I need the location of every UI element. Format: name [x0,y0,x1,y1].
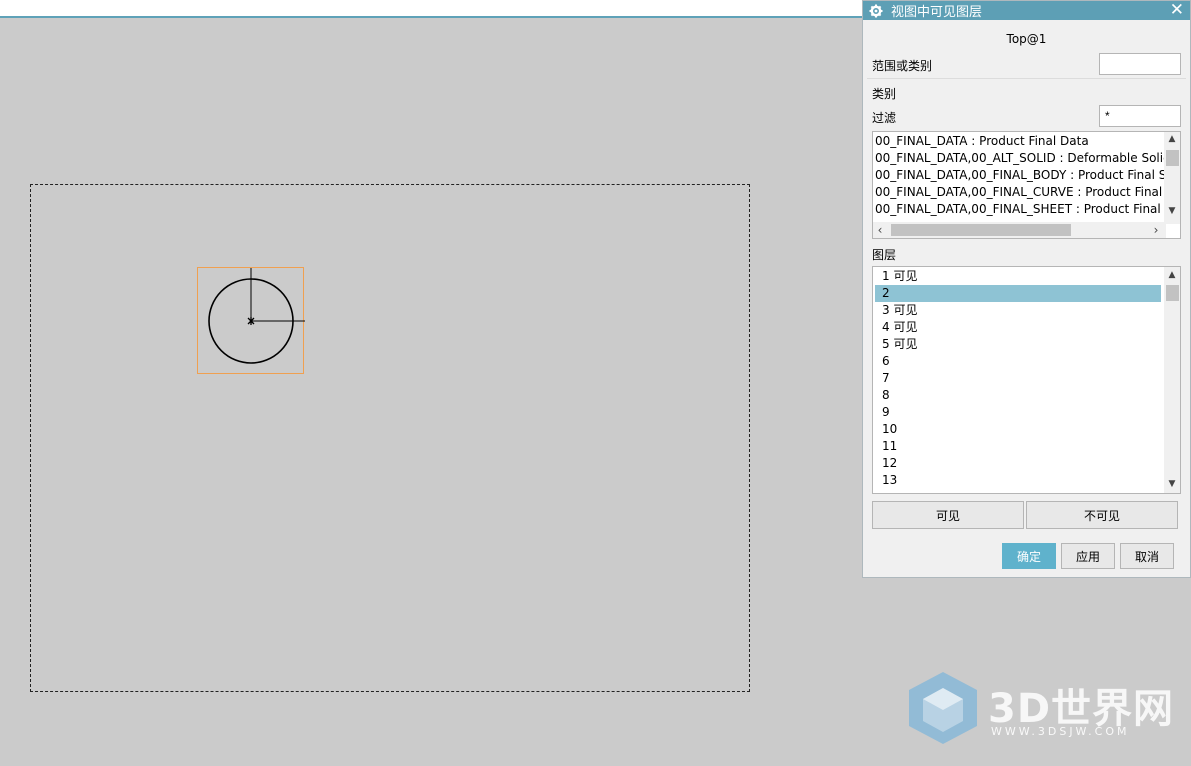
category-item[interactable]: 00_FINAL_DATA,00_FINAL_CURVE : Product F… [875,184,1174,201]
view-boundary-top[interactable] [197,267,305,374]
category-horizontal-scrollbar[interactable]: ‹ › [873,222,1166,238]
view-name-label: Top@1 [1006,32,1047,46]
layers-section-label: 图层 [872,248,897,262]
category-vertical-scrollbar[interactable]: ▲ ▼ [1164,132,1180,224]
divider [867,78,1186,79]
watermark-url: WWW.3DSJW.COM [991,725,1130,738]
scroll-right-icon[interactable]: › [1149,222,1163,238]
circle-geometry [208,268,305,364]
scroll-down-icon[interactable]: ▼ [1164,204,1180,218]
cube-logo-icon [909,672,977,744]
scope-input[interactable] [1099,53,1181,75]
layer-item-selected[interactable]: 2 [875,285,1161,302]
ok-button[interactable]: 确定 [1002,543,1056,569]
category-item[interactable]: 00_FINAL_DATA,00_ALT_SOLID : Deformable … [875,150,1171,167]
cancel-button[interactable]: 取消 [1120,543,1174,569]
filter-input[interactable] [1099,105,1181,127]
layer-item[interactable]: 12 [875,455,1161,472]
category-item[interactable]: 00_FINAL_DATA,00_FINAL_BODY : Product Fi… [875,167,1173,184]
scroll-down-icon[interactable]: ▼ [1164,477,1180,491]
category-item[interactable]: 00_FINAL_DATA : Product Final Data [875,133,1089,150]
scrollbar-thumb[interactable] [1166,285,1179,301]
apply-button[interactable]: 应用 [1061,543,1115,569]
filter-label: 过滤 [872,111,897,125]
layer-item[interactable]: 4 可见 [875,319,1161,336]
visible-layers-dialog: 视图中可见图层 ✕ Top@1 范围或类别 类别 过滤 00_FINAL_DAT… [862,0,1191,578]
layer-item[interactable]: 11 [875,438,1161,455]
layer-item[interactable]: 5 可见 [875,336,1161,353]
scroll-left-icon[interactable]: ‹ [873,222,887,238]
scroll-up-icon[interactable]: ▲ [1164,132,1180,146]
layer-item[interactable]: 13 [875,472,1161,489]
layer-item[interactable]: 3 可见 [875,302,1161,319]
close-icon[interactable]: ✕ [1170,2,1184,19]
gear-icon[interactable] [869,4,883,18]
category-section-label: 类别 [872,87,897,101]
dialog-titlebar: 视图中可见图层 ✕ [863,1,1190,20]
scrollbar-thumb[interactable] [1166,150,1179,166]
scrollbar-thumb[interactable] [891,224,1071,236]
layer-item[interactable]: 7 [875,370,1161,387]
category-list[interactable]: 00_FINAL_DATA : Product Final Data 00_FI… [872,131,1181,239]
layer-item[interactable]: 10 [875,421,1161,438]
dialog-title: 视图中可见图层 [891,5,983,20]
layer-item[interactable]: 8 [875,387,1161,404]
layer-item[interactable]: 9 [875,404,1161,421]
category-item[interactable]: 00_FINAL_DATA,00_FINAL_SHEET : Product F… [875,201,1176,218]
layer-item[interactable]: 1 可见 [875,268,1161,285]
drawing-sheet-border [30,184,750,692]
watermark: 3D世界网 WWW.3DSJW.COM [905,670,1175,750]
set-visible-button[interactable]: 可见 [872,501,1024,529]
layer-item[interactable]: 6 [875,353,1161,370]
set-invisible-button[interactable]: 不可见 [1026,501,1178,529]
scroll-up-icon[interactable]: ▲ [1164,268,1180,282]
scope-label: 范围或类别 [872,59,933,73]
layer-vertical-scrollbar[interactable]: ▲ ▼ [1164,267,1180,493]
graphics-window-header [0,0,862,18]
layer-list[interactable]: 1 可见 2 3 可见 4 可见 5 可见 6 7 8 9 10 11 12 1… [872,266,1181,494]
